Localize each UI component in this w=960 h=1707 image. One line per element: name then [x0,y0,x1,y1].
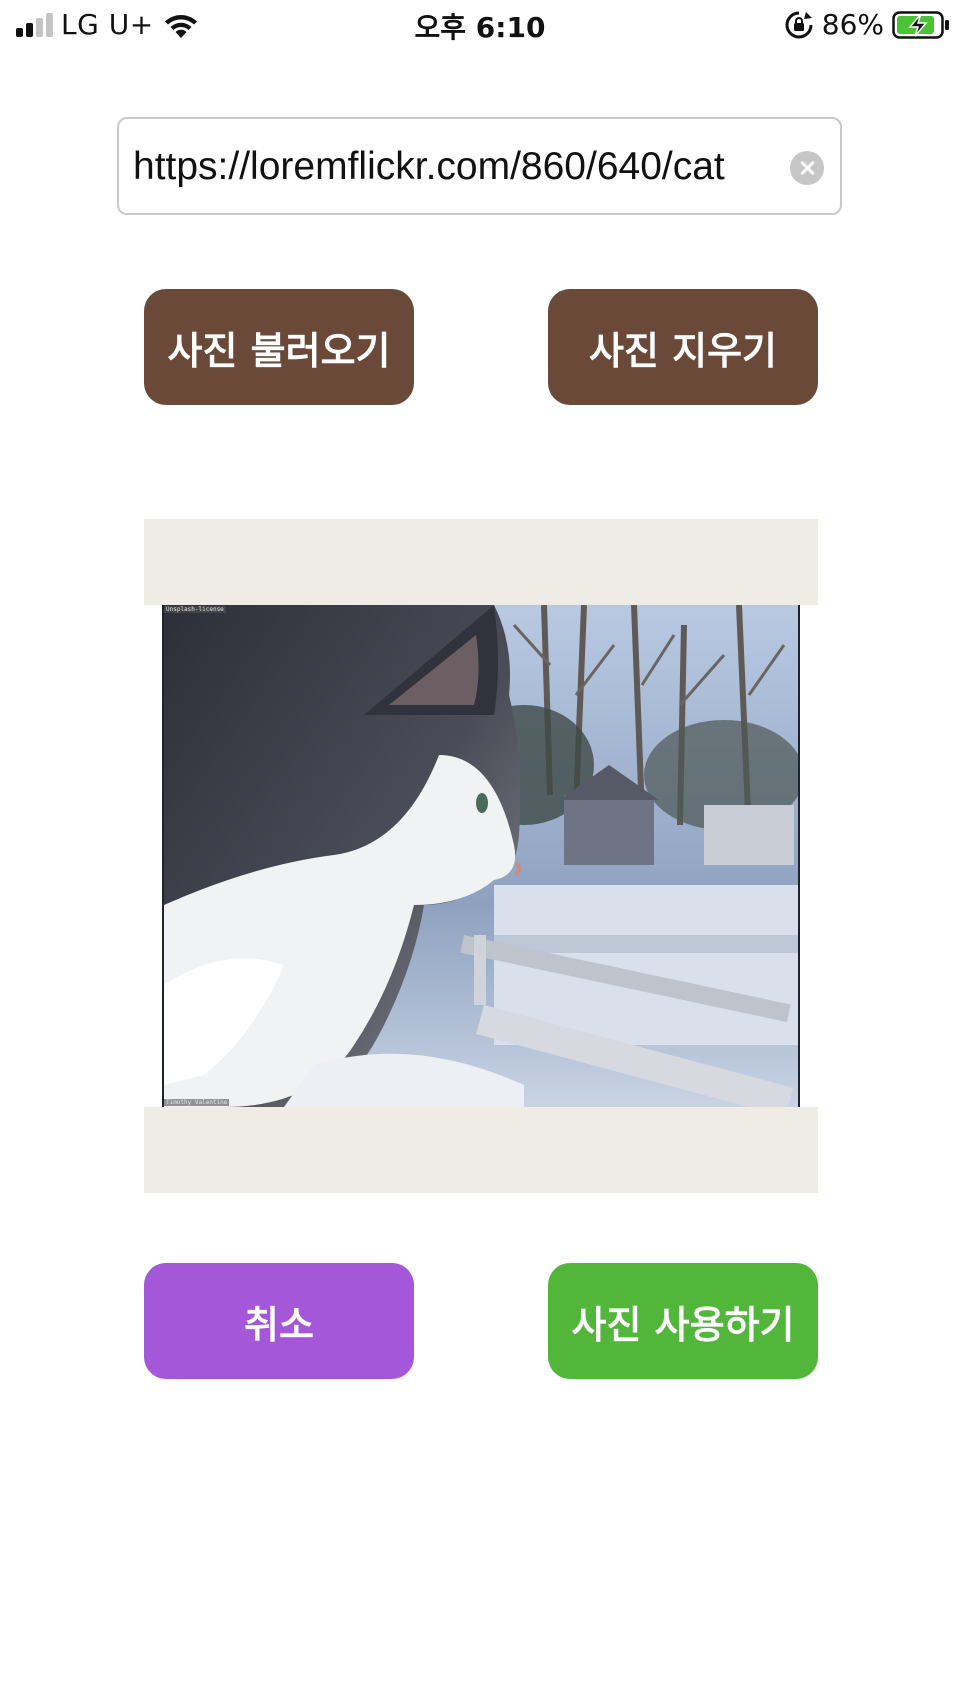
url-input[interactable] [133,139,763,195]
photo-credit-top: Unsplash-license [164,606,226,613]
use-photo-button[interactable]: 사진 사용하기 [548,1263,818,1379]
image-preview: Unsplash-license Timothy Valentine [144,519,818,1193]
lock-rotation-icon [785,11,813,38]
battery-percent: 86% [821,8,884,41]
status-bar: LG U+ 오후 6:10 86% [0,0,960,50]
url-field[interactable] [117,117,842,215]
preview-photo: Unsplash-license Timothy Valentine [162,605,800,1107]
load-photo-button[interactable]: 사진 불러오기 [144,289,414,405]
status-bar-right: 86% [784,8,950,41]
cat-photo-illustration [164,605,798,1107]
clear-icon[interactable] [790,151,824,185]
preview-letterbox-bottom [144,1107,818,1193]
battery-charging-icon [892,10,949,39]
photo-credit-bottom: Timothy Valentine [164,1099,230,1106]
delete-photo-button[interactable]: 사진 지우기 [548,289,818,405]
cancel-button[interactable]: 취소 [144,1263,414,1379]
preview-letterbox-top [144,519,818,605]
